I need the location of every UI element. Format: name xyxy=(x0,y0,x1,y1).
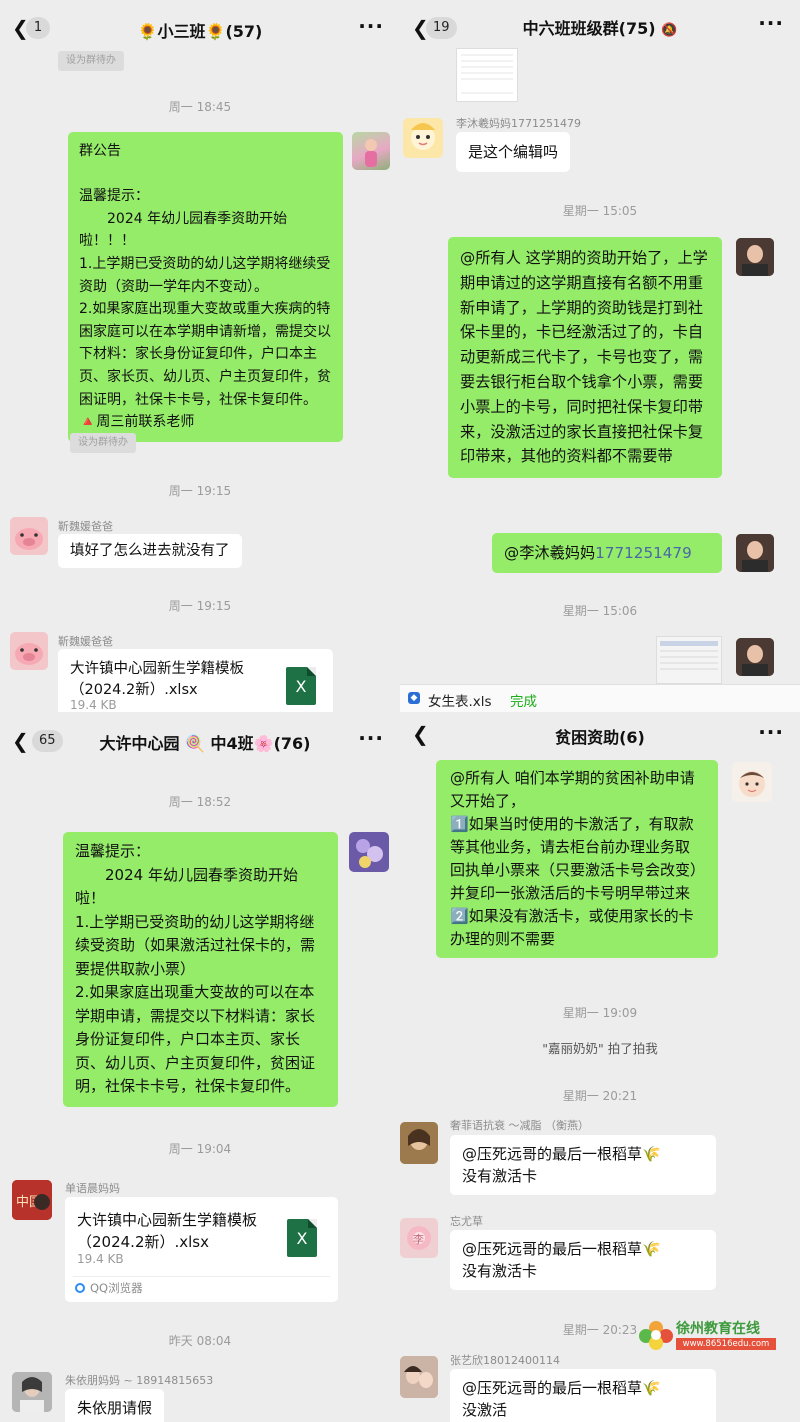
message-bubble[interactable]: @所有人 这学期的资助开始了，上学期申请过的这学期直接有名额不用重新申请了，上学… xyxy=(448,237,722,479)
message-bubble[interactable]: @压死远哥的最后一根稻草🌾 没激活 xyxy=(450,1369,716,1422)
avatar[interactable]: 中国 xyxy=(12,1180,52,1220)
unread-badge[interactable]: 1 xyxy=(26,17,50,39)
mute-bell-icon: 🔕 xyxy=(661,23,678,38)
chat-header: ❮ 贫困资助(6) ··· xyxy=(400,712,800,760)
screenshot-thumbnail[interactable] xyxy=(656,636,722,684)
set-todo-button[interactable]: 设为群待办 xyxy=(58,51,124,71)
set-todo-button[interactable]: 设为群待办 xyxy=(70,433,136,453)
excel-file-icon: X xyxy=(287,1219,317,1257)
message-bubble[interactable]: @所有人 咱们本学期的贫困补助申请又开始了， 1️⃣如果当时使用的卡激活了，有取… xyxy=(436,760,718,958)
timestamp: 周一 18:45 xyxy=(168,100,232,114)
timestamp: 周一 19:15 xyxy=(168,599,232,613)
file-size: 19.4 KB xyxy=(77,1252,124,1266)
watermark-url: www.86516edu.com xyxy=(676,1338,776,1350)
sender-name: 靳魏媛爸爸 xyxy=(58,635,113,648)
sender-name: 朱依朋妈妈 ~ 18914815653 xyxy=(65,1374,214,1387)
more-icon[interactable]: ··· xyxy=(758,720,784,744)
file-message[interactable]: 大许镇中心园新生学籍模板（2024.2新）.xlsx 19.4 KB X xyxy=(58,649,333,712)
unread-badge[interactable]: 19 xyxy=(426,17,457,39)
avatar[interactable] xyxy=(403,118,443,158)
avatar[interactable]: 李 xyxy=(400,1218,438,1258)
chat-panel-zhongliu: ❮ 19 中六班班级群(75) 🔕 ··· 李沐羲妈妈1771251479 是这… xyxy=(400,0,800,712)
file-size: 19.4 KB xyxy=(70,698,117,712)
phone-link[interactable]: 1771251479 xyxy=(595,544,692,562)
download-file-name: 女生表.xls xyxy=(428,694,492,710)
download-app-icon: ◆ xyxy=(408,692,420,704)
avatar[interactable] xyxy=(400,1356,438,1398)
timestamp: 星期一 15:06 xyxy=(562,604,638,618)
avatar[interactable] xyxy=(400,1122,438,1164)
message-bubble[interactable]: 温馨提示： 2024 年幼儿园春季资助开始啦！ 1.上学期已受资助的幼儿这学期将… xyxy=(63,832,338,1107)
avatar[interactable] xyxy=(349,832,389,872)
sender-name: 单语晨妈妈 xyxy=(65,1182,120,1195)
chat-title: 贫困资助(6) xyxy=(555,728,645,747)
timestamp: 周一 19:04 xyxy=(168,1142,232,1156)
sender-name: 忘尤草 xyxy=(450,1215,483,1228)
unread-badge[interactable]: 65 xyxy=(32,730,63,752)
announcement-bubble[interactable]: 群公告 温馨提示： 2024 年幼儿园春季资助开始啦！！！ 1.上学期已受资助的… xyxy=(68,132,343,442)
timestamp: 星期一 15:05 xyxy=(562,204,638,218)
file-message[interactable]: 大许镇中心园新生学籍模板（2024.2新）.xlsx 19.4 KB X QQ浏… xyxy=(65,1197,338,1302)
mention-bubble[interactable]: @李沐羲妈妈1771251479 xyxy=(492,533,722,573)
more-icon[interactable]: ··· xyxy=(758,11,784,35)
avatar[interactable] xyxy=(736,534,774,572)
avatar[interactable] xyxy=(12,1372,52,1412)
more-icon[interactable]: ··· xyxy=(358,14,384,38)
chat-panel-zhong4: ❮ 65 大许中心园 🍭 中4班🌸(76) ··· 周一 18:52 温馨提示：… xyxy=(0,712,400,1422)
timestamp: 昨天 08:04 xyxy=(168,1334,232,1348)
avatar[interactable] xyxy=(10,632,48,670)
svg-text:李: 李 xyxy=(413,1232,424,1246)
timestamp: 星期一 20:21 xyxy=(562,1089,638,1103)
chat-title: 中六班班级群(75) 🔕 xyxy=(522,19,678,38)
back-chevron-icon[interactable]: ❮ xyxy=(12,729,29,753)
divider xyxy=(73,1276,330,1277)
chat-panel-xiaosan: ❮ 1 🌻小三班🌻(57) ··· 设为群待办 周一 18:45 群公告 温馨提… xyxy=(0,0,400,712)
more-icon[interactable]: ··· xyxy=(358,726,384,750)
avatar[interactable] xyxy=(352,132,390,170)
message-bubble[interactable]: 是这个编辑吗 xyxy=(456,132,571,172)
message-bubble[interactable]: @压死远哥的最后一根稻草🌾 没有激活卡 xyxy=(450,1230,716,1290)
qq-browser-icon xyxy=(75,1283,85,1293)
avatar[interactable] xyxy=(732,762,772,802)
download-status: 完成 xyxy=(510,694,537,710)
message-bubble[interactable]: 朱依朋请假 xyxy=(65,1389,165,1422)
pat-notice: "嘉丽奶奶" 拍了拍我 xyxy=(542,1041,658,1056)
image-thumbnail[interactable] xyxy=(456,48,518,102)
file-name: 大许镇中心园新生学籍模板（2024.2新）.xlsx xyxy=(70,661,244,698)
timestamp: 周一 19:15 xyxy=(168,484,232,498)
watermark-name: 徐州教育在线 xyxy=(676,1321,760,1337)
sender-name: 张艺欣18012400114 xyxy=(450,1354,560,1367)
file-name: 大许镇中心园新生学籍模板（2024.2新）.xlsx xyxy=(77,1211,258,1251)
timestamp: 周一 18:52 xyxy=(168,795,232,809)
download-bar[interactable]: ◆ 女生表.xls 完成 xyxy=(400,684,800,712)
sender-name: 李沐羲妈妈1771251479 xyxy=(456,117,581,130)
file-source: QQ浏览器 xyxy=(90,1281,143,1295)
avatar[interactable] xyxy=(10,517,48,555)
chat-title: 🌻小三班🌻(57) xyxy=(137,22,263,41)
avatar[interactable] xyxy=(736,238,774,276)
watermark-logo: 徐州教育在线 www.86516edu.com xyxy=(636,1318,782,1352)
flower-logo-icon xyxy=(639,1321,673,1350)
chat-header: ❮ 1 🌻小三班🌻(57) ··· xyxy=(0,0,400,58)
chat-panel-pinkun: ❮ 贫困资助(6) ··· @所有人 咱们本学期的贫困补助申请又开始了， 1️⃣… xyxy=(400,712,800,1422)
mention-name: @李沐羲妈妈 xyxy=(504,544,596,562)
chat-title: 大许中心园 🍭 中4班🌸(76) xyxy=(99,734,311,753)
sender-name: 奢菲语抗衰 ～减脂 （衡燕） xyxy=(450,1119,589,1132)
timestamp: 星期一 19:09 xyxy=(562,1006,638,1020)
avatar[interactable] xyxy=(736,638,774,676)
sender-name: 靳魏媛爸爸 xyxy=(58,520,113,533)
excel-file-icon: X xyxy=(286,667,316,705)
message-bubble[interactable]: @压死远哥的最后一根稻草🌾 没有激活卡 xyxy=(450,1135,716,1195)
back-chevron-icon[interactable]: ❮ xyxy=(412,722,429,746)
chat-header: ❮ 65 大许中心园 🍭 中4班🌸(76) ··· xyxy=(0,712,400,770)
message-bubble[interactable]: 填好了怎么进去就没有了 xyxy=(58,534,242,568)
